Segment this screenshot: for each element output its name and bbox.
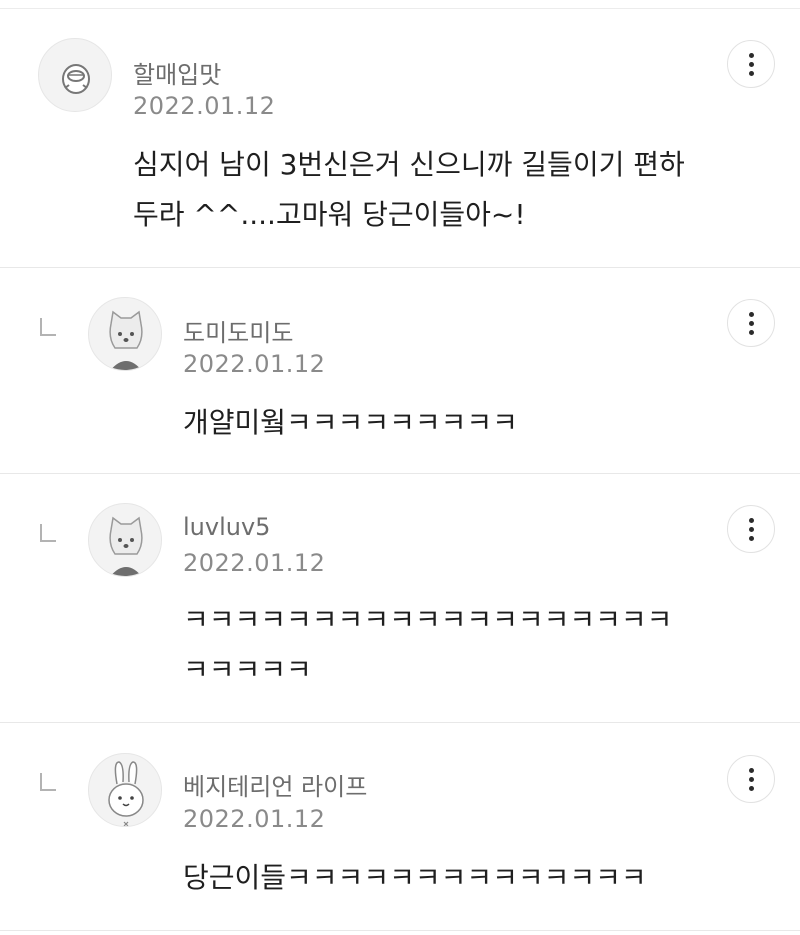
reply-arrow-icon — [40, 524, 56, 542]
more-vertical-icon — [748, 311, 754, 317]
comment-author[interactable]: 도미도미도 — [183, 313, 293, 348]
more-vertical-icon-dot — [748, 70, 754, 76]
avatar[interactable] — [88, 753, 162, 827]
comment-divider — [0, 473, 800, 474]
more-vertical-icon — [748, 767, 754, 773]
more-options-button[interactable] — [727, 505, 775, 553]
comment-text: ㅋㅋㅋㅋㅋㅋㅋㅋㅋㅋㅋㅋㅋㅋㅋㅋㅋㅋㅋ ㅋㅋㅋㅋㅋ — [183, 603, 673, 686]
comment-date: 2022.01.12 — [183, 350, 326, 378]
more-vertical-icon-dot — [748, 535, 754, 541]
comment-author[interactable]: luvluv5 — [183, 513, 270, 541]
comment-author[interactable]: 할매입맛 — [133, 55, 221, 90]
reply-arrow-icon — [40, 318, 56, 336]
comment-text: 당근이들ㅋㅋㅋㅋㅋㅋㅋㅋㅋㅋㅋㅋㅋㅋ — [183, 861, 647, 894]
more-vertical-icon-dot — [748, 785, 754, 791]
cat-character-icon — [109, 310, 143, 370]
comment-text: 개얄미웤ㅋㅋㅋㅋㅋㅋㅋㅋㅋ — [183, 406, 518, 439]
rabbit-character-icon — [108, 761, 144, 826]
comment-date: 2022.01.12 — [133, 92, 276, 120]
more-vertical-icon — [748, 52, 754, 58]
top-divider — [0, 8, 800, 9]
more-options-button[interactable] — [727, 40, 775, 88]
comment-author[interactable]: 베지테리언 라이프 — [183, 767, 367, 802]
avatar[interactable] — [38, 38, 112, 112]
more-vertical-icon-dot — [748, 329, 754, 335]
duck-character-icon — [62, 64, 90, 94]
more-vertical-icon-dot — [748, 61, 754, 67]
avatar[interactable] — [88, 503, 162, 577]
more-options-button[interactable] — [727, 755, 775, 803]
avatar[interactable] — [88, 297, 162, 371]
comment-text: 심지어 남이 3번신은거 신으니까 길들이기 편하 두라 ^^....고마워 당… — [133, 148, 685, 231]
more-options-button[interactable] — [727, 299, 775, 347]
comment-divider — [0, 267, 800, 268]
more-vertical-icon-dot — [748, 320, 754, 326]
more-vertical-icon — [748, 517, 754, 523]
cat-character-icon — [109, 516, 143, 576]
reply-arrow-icon — [40, 773, 56, 791]
comment-date: 2022.01.12 — [183, 549, 326, 577]
comment-divider — [0, 722, 800, 723]
more-vertical-icon-dot — [748, 526, 754, 532]
comment-date: 2022.01.12 — [183, 805, 326, 833]
comment-divider — [0, 930, 800, 931]
more-vertical-icon-dot — [748, 776, 754, 782]
